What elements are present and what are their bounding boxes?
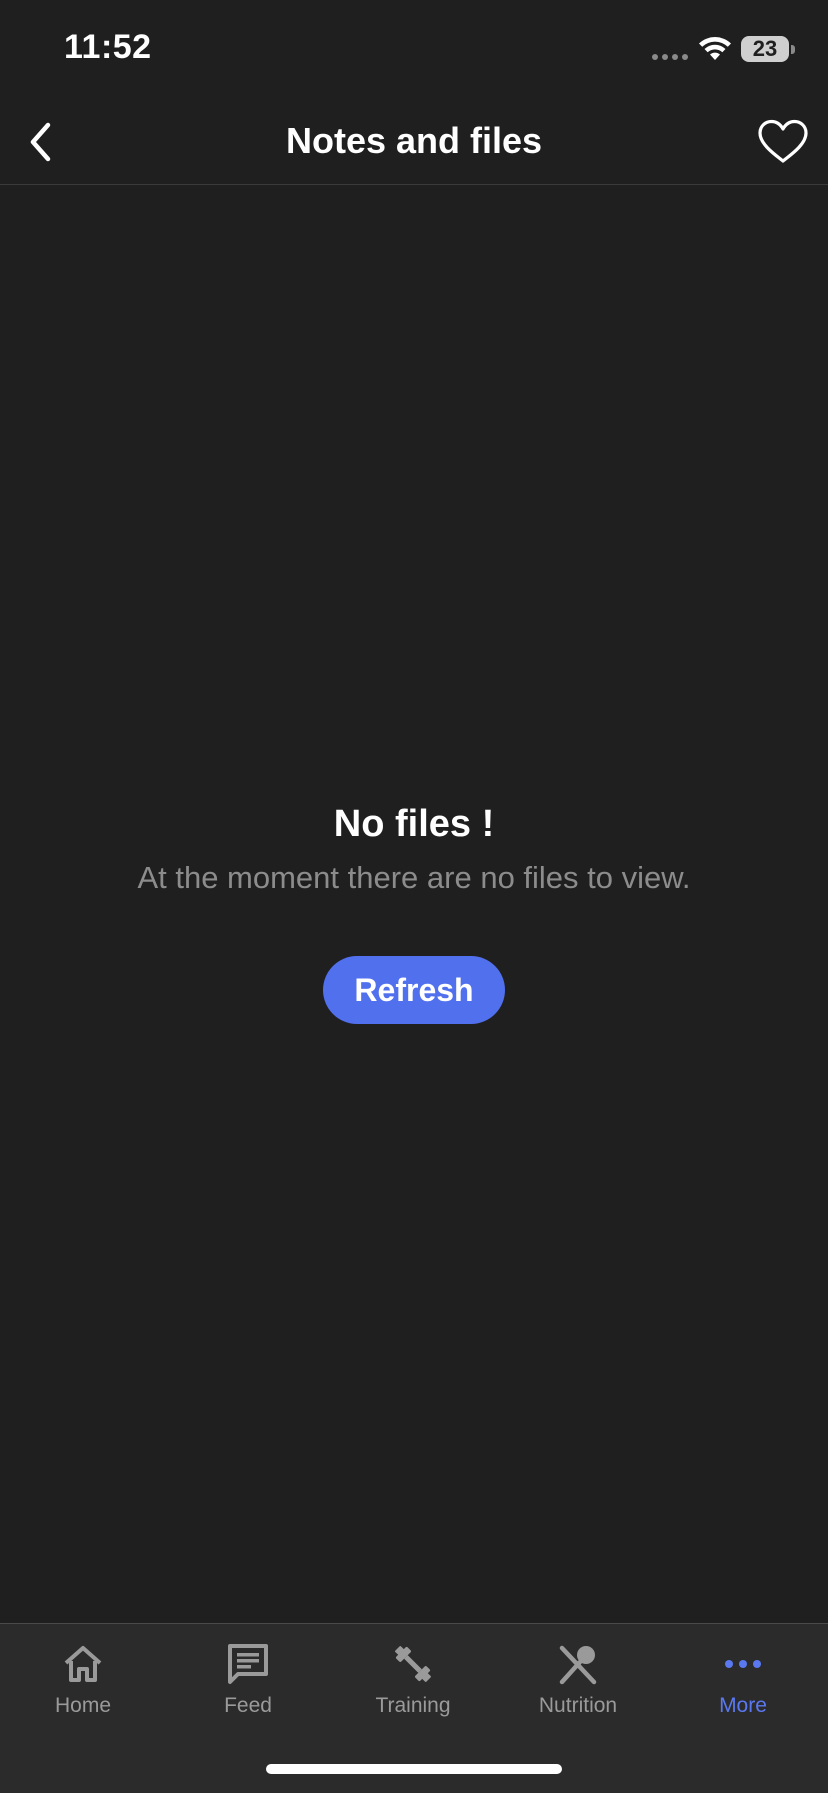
wifi-icon	[699, 37, 731, 60]
tab-feed[interactable]: Feed	[178, 1642, 318, 1732]
empty-state-title: No files !	[333, 803, 495, 845]
status-time: 11:52	[64, 28, 152, 66]
battery-level: 23	[741, 36, 789, 62]
home-indicator[interactable]	[266, 1764, 562, 1774]
heart-icon	[758, 119, 808, 163]
tab-label-nutrition: Nutrition	[538, 1694, 618, 1717]
tab-nutrition[interactable]: Nutrition	[508, 1642, 648, 1732]
tab-training[interactable]: Training	[343, 1642, 483, 1732]
tab-label-more: More	[719, 1694, 767, 1717]
utensils-icon	[559, 1645, 597, 1685]
empty-state-message: At the moment there are no files to view…	[137, 860, 691, 895]
page-title: Notes and files	[285, 120, 543, 161]
dumbbell-icon	[395, 1646, 431, 1682]
navigation-header: Notes and files	[0, 100, 828, 185]
tab-more[interactable]: More	[673, 1642, 813, 1732]
refresh-button[interactable]: Refresh	[323, 956, 505, 1024]
cellular-signal-icon	[652, 54, 688, 60]
empty-state: No files ! At the moment there are no fi…	[0, 796, 828, 900]
tab-label-home: Home	[54, 1694, 112, 1717]
feed-icon	[228, 1644, 268, 1684]
more-icon	[725, 1660, 761, 1668]
battery-cap	[791, 45, 795, 54]
status-bar: 11:52 23	[0, 0, 828, 100]
tab-home[interactable]: Home	[13, 1642, 153, 1732]
home-icon	[64, 1646, 102, 1682]
favorite-button[interactable]	[754, 116, 812, 168]
tab-label-training: Training	[375, 1694, 451, 1717]
tab-label-feed: Feed	[224, 1694, 272, 1717]
